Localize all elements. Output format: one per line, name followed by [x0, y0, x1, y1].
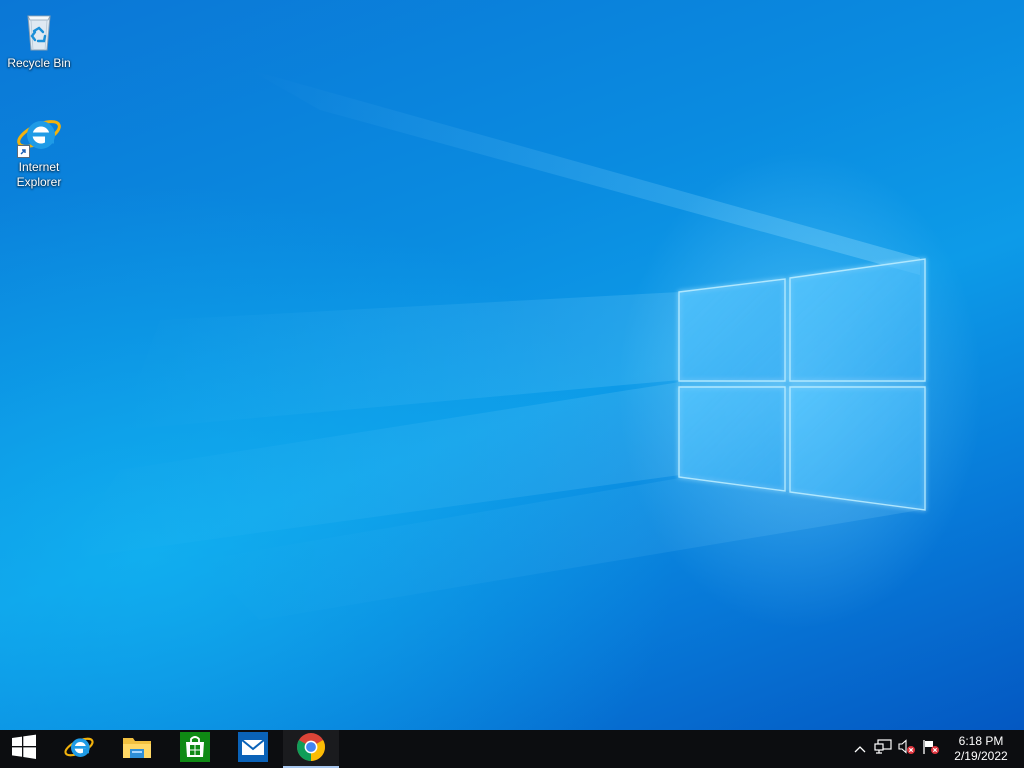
- mail-icon: [238, 731, 268, 767]
- taskbar: 6:18 PM 2/19/2022: [0, 730, 1024, 768]
- taskbar-google-chrome[interactable]: [283, 730, 339, 768]
- taskbar-file-explorer[interactable]: [109, 730, 165, 768]
- network-button[interactable]: [872, 730, 894, 768]
- recycle-bin-label: Recycle Bin: [7, 56, 71, 70]
- desktop-icon-internet-explorer[interactable]: Internet Explorer: [1, 110, 77, 190]
- desktop-icon-recycle-bin[interactable]: Recycle Bin: [1, 6, 77, 71]
- windows-start-icon: [11, 734, 37, 765]
- taskbar-mail[interactable]: [225, 730, 281, 768]
- start-button[interactable]: [0, 730, 48, 768]
- action-center-flag-icon: [922, 739, 940, 760]
- clock-date: 2/19/2022: [954, 749, 1008, 763]
- desktop-background[interactable]: Recycle Bin Internet Explorer: [0, 0, 1024, 730]
- internet-explorer-icon: [63, 731, 95, 768]
- shortcut-arrow-icon: [17, 145, 30, 158]
- system-clock[interactable]: 6:18 PM 2/19/2022: [944, 730, 1018, 768]
- recycle-bin-icon: [15, 6, 63, 54]
- internet-explorer-icon: [15, 110, 63, 158]
- action-center-button[interactable]: [920, 730, 942, 768]
- network-icon: [874, 738, 892, 760]
- show-hidden-icons-button[interactable]: [850, 730, 870, 768]
- taskbar-microsoft-store[interactable]: [167, 730, 223, 768]
- windows-logo-wallpaper: [678, 258, 926, 511]
- clock-time: 6:18 PM: [958, 734, 1004, 748]
- show-hidden-icons-chevron-icon: [854, 740, 866, 758]
- volume-button[interactable]: [896, 730, 918, 768]
- file-explorer-icon: [122, 734, 152, 765]
- volume-muted-icon: [898, 738, 916, 760]
- internet-explorer-label: Internet Explorer: [16, 160, 62, 189]
- chrome-icon: [296, 732, 326, 767]
- store-icon: [180, 731, 210, 767]
- taskbar-internet-explorer[interactable]: [51, 730, 107, 768]
